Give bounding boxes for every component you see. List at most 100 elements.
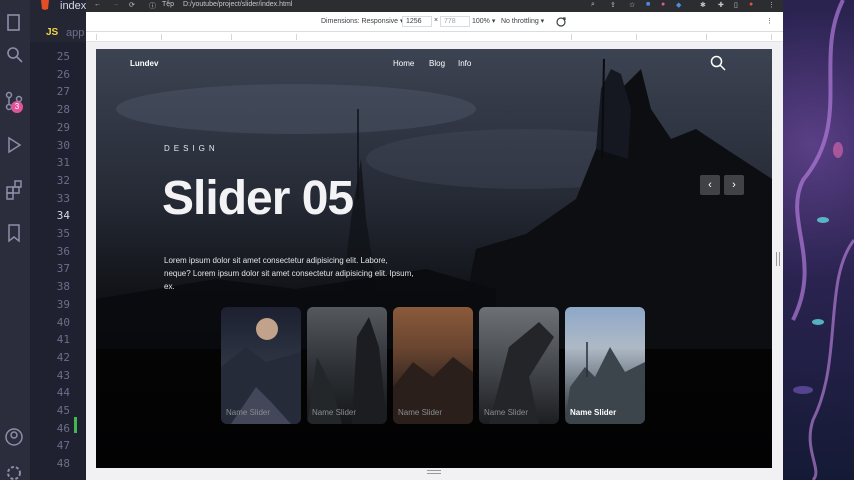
device-toolbar: Dimensions: Responsive ▾ 1256 × 778 100%…	[86, 12, 783, 32]
tab-index-html[interactable]: index	[60, 0, 86, 12]
next-slide-button[interactable]: ›	[724, 175, 744, 195]
line-number: 33	[56, 191, 70, 205]
sidebar-toggle-icon[interactable]: ▯	[734, 1, 738, 9]
account-icon[interactable]	[3, 426, 25, 448]
tab-app-js[interactable]: app	[66, 27, 84, 39]
line-number: 38	[56, 280, 70, 294]
site-logo[interactable]: Lundev	[130, 59, 158, 68]
browser-window: ← → ⟳ ⓘ Tệp D:/youtube/project/slider/in…	[86, 0, 783, 480]
profile-avatar[interactable]: ●	[749, 1, 753, 8]
line-number: 42	[56, 350, 70, 364]
bookmark-star-icon[interactable]: ☆	[629, 1, 635, 9]
line-number: 34	[56, 209, 70, 223]
git-added-marker	[74, 417, 77, 433]
url-field[interactable]: D:/youtube/project/slider/index.html	[183, 1, 292, 8]
line-number: 37	[56, 262, 70, 276]
thumbnail-image	[489, 322, 554, 424]
run-debug-icon[interactable]	[3, 134, 25, 156]
search-icon[interactable]	[710, 55, 726, 71]
line-number: 46	[56, 421, 70, 435]
prev-slide-button[interactable]: ‹	[700, 175, 720, 195]
desktop-wallpaper	[783, 0, 854, 480]
media-query-ruler	[86, 32, 783, 42]
line-number: 43	[56, 368, 70, 382]
files-icon[interactable]	[3, 12, 25, 34]
line-number: 39	[56, 297, 70, 311]
thumbnail-caption: Name Slider	[226, 408, 271, 417]
line-number: 47	[56, 439, 70, 453]
url-scheme: Tệp	[162, 1, 175, 8]
extension-3-icon[interactable]: ◆	[676, 1, 681, 9]
line-number: 29	[56, 120, 70, 134]
activity-bar: 3	[0, 0, 30, 480]
thumbnail-image	[221, 318, 301, 424]
thumbnail-card-active[interactable]: Name Slider	[565, 307, 645, 424]
line-number: 40	[56, 315, 70, 329]
slide-kicker: DESIGN	[164, 144, 219, 153]
thumbnail-image	[393, 357, 473, 424]
line-number: 32	[56, 173, 70, 187]
width-input[interactable]: 1256	[402, 16, 432, 27]
line-number: 26	[56, 67, 70, 81]
line-number: 35	[56, 227, 70, 240]
thumbnail-card[interactable]: Name Slider	[479, 307, 559, 424]
extensions-puzzle-icon[interactable]: ✚	[718, 1, 724, 9]
line-number-gutter: 25 26 27 28 29 30 31 32 33 34 35 36 37 38 39 40 41 42 43 44…	[30, 42, 85, 480]
scm-badge: 3	[11, 101, 23, 113]
line-number: 25	[56, 50, 70, 63]
search-icon[interactable]	[3, 44, 25, 66]
share-icon[interactable]: ⇪	[610, 1, 616, 9]
line-number: 48	[56, 457, 70, 471]
extensions-icon[interactable]	[3, 178, 25, 200]
height-input[interactable]: 778	[440, 16, 470, 27]
thumbnail-caption: Name Slider	[398, 408, 443, 417]
back-icon[interactable]: ←	[94, 1, 101, 8]
nav-info[interactable]: Info	[458, 59, 471, 68]
search-tab-icon[interactable]: ⌕	[591, 1, 595, 9]
settings-gear-icon[interactable]	[3, 462, 25, 480]
thumbnail-card[interactable]: Name Slider	[393, 307, 473, 424]
device-menu-icon[interactable]: ⋮	[766, 17, 773, 25]
thumbnail-caption: Name Slider	[312, 408, 357, 417]
wallpaper-art	[791, 0, 854, 480]
line-number: 36	[56, 244, 70, 258]
info-icon[interactable]: ⓘ	[149, 1, 156, 11]
thumbnail-card[interactable]: Name Slider	[307, 307, 387, 424]
thumbnail-caption: Name Slider	[570, 408, 617, 417]
thumbnail-image	[307, 317, 387, 424]
extension-1-icon[interactable]: ■	[646, 1, 650, 8]
browser-menu-icon[interactable]: ⋮	[768, 1, 775, 9]
line-number: 28	[56, 103, 70, 117]
thumbnail-card[interactable]: Name Slider	[221, 307, 301, 424]
extension-2-icon[interactable]: ●	[661, 1, 665, 8]
nav-blog[interactable]: Blog	[429, 59, 445, 68]
line-number: 31	[56, 156, 70, 170]
rotate-icon[interactable]	[555, 16, 567, 28]
line-number: 44	[56, 386, 70, 400]
line-number: 45	[56, 404, 70, 417]
reload-icon[interactable]: ⟳	[129, 1, 135, 9]
thumbnail-image	[565, 342, 645, 424]
html5-icon	[41, 0, 49, 10]
line-number: 27	[56, 85, 70, 99]
viewport-side-handle[interactable]	[776, 252, 780, 266]
viewport-resize-handle[interactable]	[427, 470, 441, 474]
thumbnail-strip: Name Slider Name Slider Name Slider Name…	[221, 307, 646, 425]
extension-4-icon[interactable]: ✱	[700, 1, 706, 9]
dimensions-select[interactable]: Dimensions: Responsive ▾	[321, 17, 404, 25]
line-number: 41	[56, 333, 70, 347]
nav-home[interactable]: Home	[393, 59, 414, 68]
zoom-select[interactable]: 100% ▾	[472, 17, 495, 25]
js-file-icon: JS	[46, 27, 59, 38]
thumbnail-caption: Name Slider	[484, 408, 529, 417]
line-number: 30	[56, 138, 70, 152]
bookmark-icon[interactable]	[3, 222, 25, 244]
browser-toolbar: ← → ⟳ ⓘ Tệp D:/youtube/project/slider/in…	[86, 0, 783, 12]
ruler-segment[interactable]	[296, 34, 572, 40]
page-viewport: Lundev Home Blog Info DESIGN Slider 05 L…	[96, 49, 772, 468]
throttling-select[interactable]: No throttling ▾	[501, 17, 544, 25]
editor-tabs: index JS app	[30, 0, 90, 42]
dimension-separator: ×	[434, 17, 439, 24]
forward-icon[interactable]: →	[112, 1, 119, 8]
slide-description: Lorem ipsum dolor sit amet consectetur a…	[164, 256, 414, 291]
